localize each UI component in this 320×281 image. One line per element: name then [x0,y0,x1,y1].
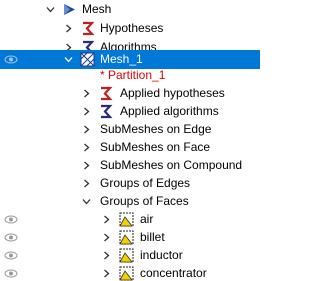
tree-row-partition[interactable]: * Partition_1 [0,66,260,85]
chevron-right-icon[interactable] [82,143,91,152]
tree-label-submeshes-compound: SubMeshes on Compound [100,158,243,172]
tree-row-groups-faces[interactable]: Groups of Faces [0,192,260,211]
tree-row-submeshes-edge[interactable]: SubMeshes on Edge [0,120,260,139]
tree-row-applied-algorithms[interactable]: Applied algorithms [0,102,260,121]
tree-row-submeshes-face[interactable]: SubMeshes on Face [0,138,260,157]
tree-label-group: billet [140,230,165,244]
tree-label-groups-edges: Groups of Edges [100,176,191,190]
tree-label-applied-hypotheses: Applied hypotheses [120,86,225,100]
tree-row-group-air[interactable]: air [0,210,260,229]
chevron-right-icon[interactable] [82,161,91,170]
chevron-right-icon[interactable] [102,215,111,224]
tree-row-group-taper[interactable] [0,262,260,280]
tree-label-group: inductor [140,248,183,262]
chevron-right-icon[interactable] [82,179,91,188]
eye-icon[interactable] [4,231,18,244]
tree-row-mesh-root[interactable]: Mesh [0,0,260,19]
chevron-down-icon[interactable] [82,197,91,206]
hypotheses-icon [80,21,95,36]
tree-row-hypotheses[interactable]: Hypotheses [0,19,260,38]
chevron-right-icon[interactable] [64,24,73,33]
tree-label-hypotheses: Hypotheses [100,21,164,35]
chevron-down-icon[interactable] [64,55,73,64]
tree-label-groups-faces: Groups of Faces [100,194,189,208]
tree-label-partition: * Partition_1 [100,68,166,82]
tree-row-groups-edges[interactable]: Groups of Edges [0,174,260,193]
tree-label-group: air [140,212,154,226]
group-warning-icon [119,248,134,263]
tree-row-submeshes-compound[interactable]: SubMeshes on Compound [0,156,260,175]
tree-row-applied-hypotheses[interactable]: Applied hypotheses [0,84,260,103]
tree-label-mesh: Mesh [82,2,112,16]
eye-icon[interactable] [4,213,18,226]
chevron-right-icon[interactable] [82,125,91,134]
tree-label-submeshes-face: SubMeshes on Face [100,140,211,154]
mesh-object-icon [62,2,77,17]
tree-label-submeshes-edge: SubMeshes on Edge [100,122,212,136]
applied-hypotheses-icon [98,86,113,101]
eye-icon[interactable] [4,53,18,66]
group-warning-icon [119,212,134,227]
applied-algorithms-icon [98,104,113,119]
tree-label-mesh-1: Mesh_1 [100,52,143,66]
eye-icon[interactable] [4,249,18,262]
mesh-icon [80,52,95,67]
chevron-down-icon[interactable] [46,5,55,14]
chevron-right-icon[interactable] [102,251,111,260]
chevron-right-icon[interactable] [82,89,91,98]
group-warning-icon [119,230,134,245]
tree-label-applied-algorithms: Applied algorithms [120,104,219,118]
tree-row-group-billet[interactable]: billet [0,228,260,247]
chevron-right-icon[interactable] [102,233,111,242]
chevron-right-icon[interactable] [82,107,91,116]
